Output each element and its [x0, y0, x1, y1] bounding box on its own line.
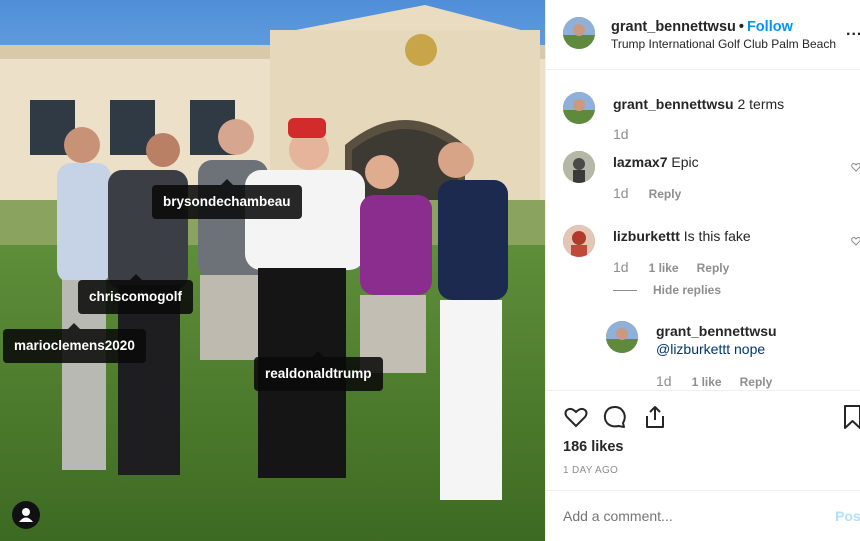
comment-input[interactable] — [563, 508, 813, 524]
hide-replies-button[interactable]: Hide replies — [653, 283, 721, 297]
photo-tag-brysondechambeau[interactable]: brysondechambeau — [152, 179, 302, 219]
heart-icon[interactable] — [563, 404, 589, 430]
reply-button[interactable]: Reply — [649, 187, 682, 201]
divider — [613, 290, 637, 291]
comment-username[interactable]: grant_bennettwsu — [613, 96, 734, 112]
avatar[interactable] — [606, 321, 638, 353]
comment-text: 2 terms — [737, 96, 785, 112]
avatar[interactable] — [563, 151, 595, 183]
post-side-panel: grant_bennettwsu • Follow Trump Internatio… — [545, 0, 860, 541]
post-actions: 186 likes 1 DAY AGO — [546, 390, 860, 490]
like-comment-icon[interactable] — [851, 162, 860, 172]
comment-meta: 1d 1 like Reply — [656, 373, 772, 389]
user-tag-icon[interactable] — [12, 501, 40, 529]
post-comment-button[interactable]: Post — [835, 508, 860, 524]
comment-time[interactable]: 1d — [613, 185, 629, 201]
avatar[interactable] — [563, 225, 595, 257]
post-header: grant_bennettwsu • Follow Trump Internatio… — [546, 0, 860, 70]
like-comment-icon[interactable] — [851, 236, 860, 246]
comment-meta: 1d Reply — [613, 185, 681, 201]
likes-count[interactable]: 186 likes — [563, 439, 623, 455]
comments-list[interactable]: grant_bennettwsu 2 terms 1d lazmax7 Epic… — [546, 70, 860, 390]
comment-username[interactable]: grant_bennettwsu — [656, 323, 777, 339]
reply-item: grant_bennettwsu — [656, 323, 777, 339]
comment-username[interactable]: lazmax7 — [613, 154, 667, 170]
comment-text: Is this fake — [683, 228, 751, 244]
post-date[interactable]: 1 DAY AGO — [563, 465, 618, 476]
more-icon[interactable]: ... — [846, 22, 860, 40]
post-photo[interactable]: brysondechambeau chriscomogolf marioclem… — [0, 0, 545, 541]
post-username[interactable]: grant_bennettwsu — [611, 19, 736, 35]
comment-likes[interactable]: 1 like — [692, 375, 722, 389]
comment-username[interactable]: lizburkettt — [613, 228, 680, 244]
comment-item: lizburkettt Is this fake — [613, 228, 751, 244]
golf-group-photo — [0, 0, 545, 541]
reply-button[interactable]: Reply — [697, 261, 730, 275]
comment-item: lazmax7 Epic — [613, 154, 699, 170]
photo-tag-chriscomogolf[interactable]: chriscomogolf — [78, 274, 194, 314]
comment-item: grant_bennettwsu 2 terms — [613, 96, 784, 112]
share-icon[interactable] — [642, 404, 668, 430]
comment-time[interactable]: 1d — [613, 259, 629, 275]
comment-icon[interactable] — [602, 404, 628, 430]
comment-meta: 1d — [613, 126, 649, 142]
photo-tag-realdonaldtrump[interactable]: realdonaldtrump — [254, 351, 383, 391]
comment-time[interactable]: 1d — [656, 373, 672, 389]
avatar[interactable] — [563, 17, 595, 49]
bookmark-icon[interactable] — [844, 404, 860, 430]
comment-likes[interactable]: 1 like — [649, 261, 679, 275]
follow-button[interactable]: Follow — [747, 19, 793, 35]
comment-meta: 1d 1 like Reply — [613, 259, 729, 275]
comment-text: Epic — [671, 154, 699, 170]
comment-time[interactable]: 1d — [613, 126, 629, 142]
post-location[interactable]: Trump International Golf Club Palm Beach — [611, 37, 836, 51]
photo-tag-marioclemens2020[interactable]: marioclemens2020 — [3, 323, 146, 363]
add-comment-bar: Post — [546, 490, 860, 541]
avatar[interactable] — [563, 92, 595, 124]
separator-dot: • — [738, 19, 744, 35]
reply-button[interactable]: Reply — [740, 375, 773, 389]
reply-text[interactable]: @lizburkettt nope — [656, 341, 765, 357]
